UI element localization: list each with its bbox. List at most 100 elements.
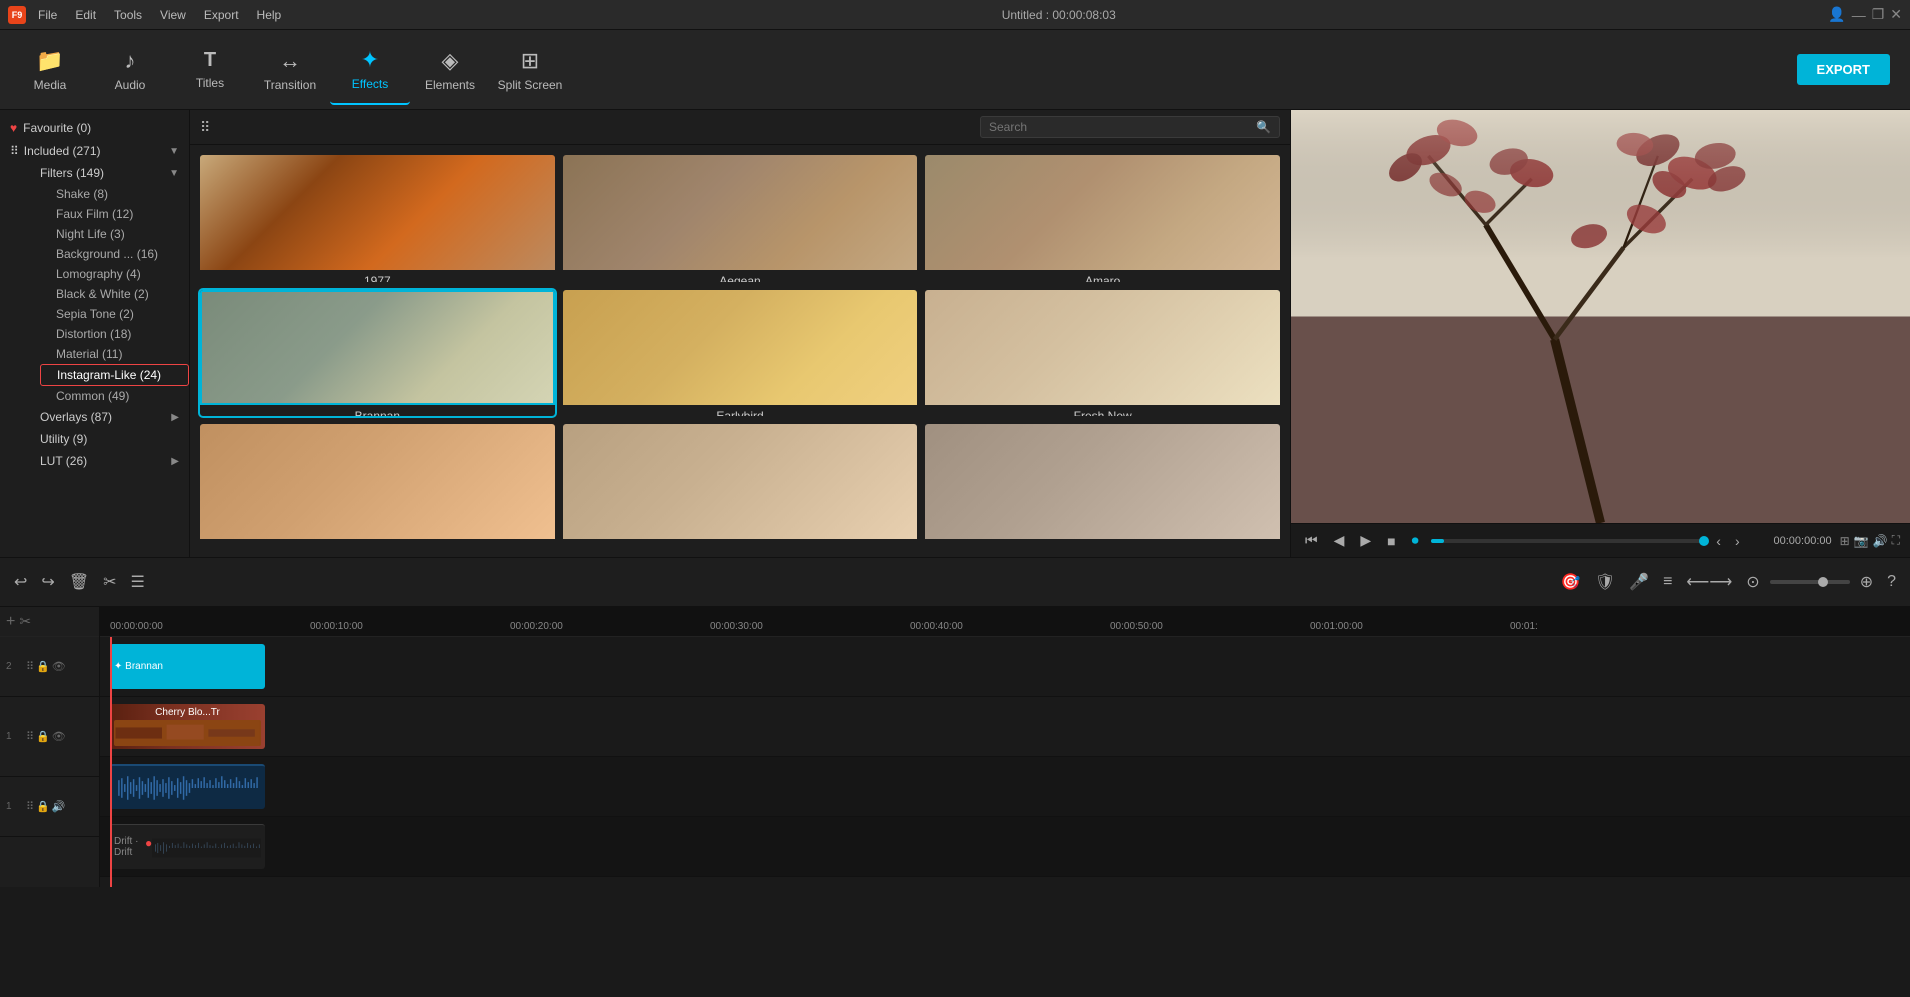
toolbar-audio[interactable]: ♪ Audio: [90, 35, 170, 105]
effect-1977[interactable]: 1977: [200, 155, 555, 282]
filter-blackwhite[interactable]: Black & White (2): [40, 284, 189, 304]
filter-nightlife[interactable]: Night Life (3): [40, 224, 189, 244]
toolbar-splitscreen[interactable]: ⊞ Split Screen: [490, 35, 570, 105]
menu-help[interactable]: Help: [249, 6, 290, 24]
add-track-button[interactable]: +: [6, 613, 15, 631]
window-maximize[interactable]: ❐: [1872, 6, 1885, 23]
grid1-icon[interactable]: ⠿: [26, 730, 34, 743]
effect-row3a[interactable]: [200, 424, 555, 547]
brannan-clip[interactable]: ✦ Brannan: [110, 644, 265, 689]
audio-mixer-button[interactable]: ≡: [1659, 569, 1676, 595]
effect-aegean[interactable]: Aegean: [563, 155, 918, 282]
filter-shake[interactable]: Shake (8): [40, 184, 189, 204]
brannan-clip-label: ✦ Brannan: [114, 661, 163, 672]
filter-common[interactable]: Common (49): [40, 386, 189, 406]
window-minimize[interactable]: —: [1852, 7, 1866, 23]
toolbar-media[interactable]: 📁 Media: [10, 35, 90, 105]
drift-clip[interactable]: Drift · Drift ●: [110, 824, 265, 869]
grid2-icon[interactable]: ⠿: [26, 660, 34, 673]
effect-brannan-label: Brannan: [200, 405, 555, 417]
lockA-icon[interactable]: 🔒: [36, 800, 50, 813]
cut-button[interactable]: ✂: [99, 568, 120, 596]
tree-parent-filters[interactable]: Filters (149) ▼: [20, 162, 189, 184]
audio-track-number: 1: [6, 801, 22, 812]
tree-parent-utility[interactable]: Utility (9): [20, 428, 189, 450]
adjust-button[interactable]: ☰: [127, 568, 149, 596]
skip-back-button[interactable]: ⏮: [1301, 530, 1322, 551]
toolbar-effects[interactable]: ✦ Effects: [330, 35, 410, 105]
effect-row3c[interactable]: [925, 424, 1280, 547]
effect-earlybird-thumb: [563, 290, 918, 405]
split-button[interactable]: ⟵⟶: [1682, 568, 1736, 596]
menu-view[interactable]: View: [152, 6, 194, 24]
scissors-button[interactable]: ✂: [19, 613, 31, 630]
filter-instagramlike[interactable]: Instagram-Like (24): [40, 364, 189, 386]
toolbar-titles[interactable]: T Titles: [170, 35, 250, 105]
grid-view-icon[interactable]: ⠿: [200, 119, 210, 136]
effect-freshnew[interactable]: Fresh New: [925, 290, 1280, 417]
pip-button[interactable]: ⛶: [1892, 533, 1900, 548]
menu-tools[interactable]: Tools: [106, 6, 150, 24]
track-row-1-video: Cherry Blo... Tr: [100, 697, 1910, 757]
stop-button[interactable]: ■: [1383, 531, 1399, 551]
record-button[interactable]: ⏺: [1408, 530, 1423, 551]
help-button[interactable]: ?: [1883, 569, 1900, 595]
filter-lomography[interactable]: Lomography (4): [40, 264, 189, 284]
filter-background[interactable]: Background ... (16): [40, 244, 189, 264]
menu-edit[interactable]: Edit: [67, 6, 104, 24]
filter-material[interactable]: Material (11): [40, 344, 189, 364]
window-close[interactable]: ✕: [1890, 6, 1902, 23]
export-button[interactable]: EXPORT: [1797, 54, 1890, 85]
snapshot-button[interactable]: 📷: [1854, 533, 1869, 548]
preview-time: 00:00:00:00: [1752, 535, 1832, 547]
eye2-icon[interactable]: 👁: [52, 660, 66, 673]
lock2-icon[interactable]: 🔒: [36, 660, 50, 673]
undo-button[interactable]: ↩: [10, 568, 31, 596]
tree-parent-overlays[interactable]: Overlays (87) ▶: [20, 406, 189, 428]
tree-parent-included[interactable]: ⠿ Included (271) ▼: [0, 140, 189, 162]
redo-button[interactable]: ↪: [37, 568, 58, 596]
favourite-item[interactable]: ♥ Favourite (0): [0, 116, 189, 140]
play-button[interactable]: ▶: [1356, 530, 1375, 551]
toolbar-elements[interactable]: ◈ Elements: [410, 35, 490, 105]
search-icon: 🔍: [1256, 120, 1271, 134]
prev-frame-button[interactable]: ‹: [1712, 531, 1725, 551]
delete-button[interactable]: 🗑: [65, 568, 93, 596]
zoom-slider[interactable]: [1770, 580, 1850, 584]
effect-row3b[interactable]: [563, 424, 918, 547]
track-row-2: ✦ Brannan: [100, 637, 1910, 697]
step-back-button[interactable]: ◀: [1330, 530, 1349, 551]
fullscreen-button[interactable]: ⊞: [1840, 533, 1850, 548]
effect-row3c-thumb: [925, 424, 1280, 539]
menu-export[interactable]: Export: [196, 6, 247, 24]
lock1-icon[interactable]: 🔒: [36, 730, 50, 743]
effect-brannan[interactable]: Brannan: [200, 290, 555, 417]
track-1-icons: ⠿ 🔒 👁: [26, 730, 66, 743]
filter-sepiatone[interactable]: Sepia Tone (2): [40, 304, 189, 324]
user-icon[interactable]: 👤: [1828, 6, 1845, 23]
shield-button[interactable]: 🛡: [1591, 568, 1619, 596]
gridA-icon[interactable]: ⠿: [26, 800, 34, 813]
track-1-number: 1: [6, 731, 22, 742]
tree-parent-lut[interactable]: LUT (26) ▶: [20, 450, 189, 472]
effect-amaro[interactable]: Amaro: [925, 155, 1280, 282]
effect-amaro-thumb: [925, 155, 1280, 270]
filter-fauxfilm[interactable]: Faux Film (12): [40, 204, 189, 224]
menu-file[interactable]: File: [30, 6, 65, 24]
toolbar-transition[interactable]: ↔ Transition: [250, 35, 330, 105]
audio-waveform-clip[interactable]: [110, 764, 265, 809]
mic-button[interactable]: 🎤: [1625, 568, 1653, 596]
preview-progress-bar[interactable]: [1431, 539, 1705, 543]
ruler-30: 00:00:30:00: [710, 621, 763, 632]
next-frame-button[interactable]: ›: [1731, 531, 1744, 551]
volume-button[interactable]: 🔊: [1873, 533, 1888, 548]
circle-button[interactable]: ⊙: [1742, 568, 1763, 596]
volA-icon[interactable]: 🔊: [52, 800, 66, 813]
cherry-clip[interactable]: Cherry Blo... Tr: [110, 704, 265, 749]
effect-earlybird[interactable]: Earlybird: [563, 290, 918, 417]
zoom-plus-button[interactable]: ⊕: [1856, 568, 1877, 596]
eye1-icon[interactable]: 👁: [52, 730, 66, 743]
search-input[interactable]: [989, 120, 1250, 134]
snap-button[interactable]: 🎯: [1557, 568, 1585, 596]
filter-distortion[interactable]: Distortion (18): [40, 324, 189, 344]
